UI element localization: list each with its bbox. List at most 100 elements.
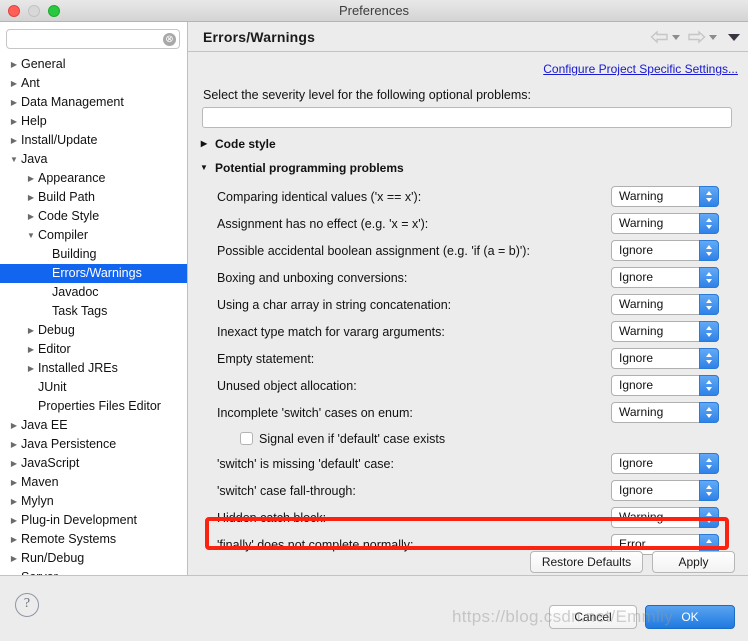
chevron-up-icon[interactable]: [706, 272, 712, 276]
chevron-right-icon[interactable]: ▶: [9, 473, 19, 492]
sidebar-item-debug[interactable]: ▶ Debug: [0, 321, 187, 340]
stepper-chevrons-icon[interactable]: [699, 321, 719, 342]
severity-dropdown[interactable]: Ignore: [611, 453, 719, 474]
chevron-down-icon[interactable]: [706, 519, 712, 523]
chevron-up-icon[interactable]: [706, 512, 712, 516]
sidebar-item-server[interactable]: ▶Server: [0, 568, 187, 575]
chevron-right-icon[interactable]: ▶: [26, 207, 36, 226]
chevron-down-icon[interactable]: [706, 333, 712, 337]
chevron-right-icon[interactable]: ▶: [26, 188, 36, 207]
chevron-right-icon[interactable]: ▶: [9, 416, 19, 435]
sidebar-item-ant[interactable]: ▶ Ant: [0, 74, 187, 93]
sidebar-item-errors-warnings[interactable]: Errors/Warnings: [0, 264, 187, 283]
chevron-right-icon[interactable]: ▶: [9, 131, 19, 150]
severity-dropdown[interactable]: Warning: [611, 186, 719, 207]
severity-dropdown[interactable]: Ignore: [611, 267, 719, 288]
chevron-up-icon[interactable]: [706, 191, 712, 195]
chevron-right-icon[interactable]: ▶: [9, 454, 19, 473]
chevron-right-icon[interactable]: ▶: [9, 530, 19, 549]
chevron-up-icon[interactable]: [706, 299, 712, 303]
chevron-right-icon[interactable]: ▶: [9, 549, 19, 568]
chevron-right-icon[interactable]: ▶: [9, 112, 19, 131]
sidebar-item-task-tags[interactable]: Task Tags: [0, 302, 187, 321]
chevron-right-icon[interactable]: ▶: [9, 568, 19, 575]
stepper-chevrons-icon[interactable]: [699, 240, 719, 261]
chevron-right-icon[interactable]: ▶: [198, 135, 210, 153]
sidebar-item-javadoc[interactable]: Javadoc: [0, 283, 187, 302]
chevron-up-icon[interactable]: [706, 539, 712, 543]
sidebar-item-general[interactable]: ▶ General: [0, 55, 187, 74]
sidebar-item-help[interactable]: ▶ Help: [0, 112, 187, 131]
severity-dropdown[interactable]: Ignore: [611, 240, 719, 261]
chevron-down-icon[interactable]: [706, 252, 712, 256]
chevron-up-icon[interactable]: [706, 353, 712, 357]
chevron-right-icon[interactable]: ▶: [26, 169, 36, 188]
forward-arrow-icon[interactable]: [687, 30, 706, 44]
sidebar-item-installed-jres[interactable]: ▶ Installed JREs: [0, 359, 187, 378]
chevron-up-icon[interactable]: [706, 485, 712, 489]
sidebar-item-maven[interactable]: ▶ Maven: [0, 473, 187, 492]
apply-button[interactable]: Apply: [652, 551, 735, 573]
chevron-down-icon[interactable]: [706, 492, 712, 496]
forward-history-dropdown-icon[interactable]: [709, 34, 717, 40]
view-menu-triangle-icon[interactable]: [728, 33, 740, 41]
sidebar-item-junit[interactable]: JUnit: [0, 378, 187, 397]
sidebar-item-java-ee[interactable]: ▶ Java EE: [0, 416, 187, 435]
sidebar-item-run-debug[interactable]: ▶ Run/Debug: [0, 549, 187, 568]
severity-dropdown[interactable]: Warning: [611, 507, 719, 528]
sidebar-item-javascript[interactable]: ▶ JavaScript: [0, 454, 187, 473]
back-history-dropdown-icon[interactable]: [672, 34, 680, 40]
stepper-chevrons-icon[interactable]: [699, 375, 719, 396]
severity-dropdown[interactable]: Ignore: [611, 375, 719, 396]
chevron-up-icon[interactable]: [706, 218, 712, 222]
chevron-down-icon[interactable]: ▼: [26, 226, 36, 245]
chevron-down-icon[interactable]: ▼: [198, 159, 210, 177]
severity-dropdown[interactable]: Warning: [611, 294, 719, 315]
chevron-down-icon[interactable]: [706, 360, 712, 364]
filter-input[interactable]: [202, 107, 732, 128]
sidebar-item-java-persistence[interactable]: ▶ Java Persistence: [0, 435, 187, 454]
configure-project-specific-settings-link[interactable]: Configure Project Specific Settings...: [543, 62, 738, 76]
chevron-right-icon[interactable]: ▶: [9, 93, 19, 112]
sidebar-item-build-path[interactable]: ▶ Build Path: [0, 188, 187, 207]
sidebar-item-building[interactable]: Building: [0, 245, 187, 264]
severity-dropdown[interactable]: Ignore: [611, 348, 719, 369]
chevron-up-icon[interactable]: [706, 458, 712, 462]
chevron-up-icon[interactable]: [706, 245, 712, 249]
help-icon[interactable]: ?: [15, 593, 39, 617]
clear-search-icon[interactable]: ⊗: [163, 33, 176, 46]
signal-default-case-checkbox[interactable]: [240, 432, 253, 445]
chevron-down-icon[interactable]: [706, 279, 712, 283]
sidebar-item-plug-in-development[interactable]: ▶ Plug-in Development: [0, 511, 187, 530]
chevron-right-icon[interactable]: ▶: [9, 74, 19, 93]
cancel-button[interactable]: Cancel: [549, 605, 637, 629]
stepper-chevrons-icon[interactable]: [699, 213, 719, 234]
severity-dropdown[interactable]: Ignore: [611, 480, 719, 501]
sidebar-item-java[interactable]: ▼ Java: [0, 150, 187, 169]
chevron-down-icon[interactable]: ▼: [9, 150, 19, 169]
chevron-right-icon[interactable]: ▶: [9, 511, 19, 530]
stepper-chevrons-icon[interactable]: [699, 480, 719, 501]
chevron-up-icon[interactable]: [706, 380, 712, 384]
sidebar-item-editor[interactable]: ▶ Editor: [0, 340, 187, 359]
chevron-right-icon[interactable]: ▶: [9, 435, 19, 454]
severity-dropdown[interactable]: Warning: [611, 402, 719, 423]
chevron-down-icon[interactable]: [706, 387, 712, 391]
stepper-chevrons-icon[interactable]: [699, 453, 719, 474]
chevron-down-icon[interactable]: [706, 306, 712, 310]
stepper-chevrons-icon[interactable]: [699, 507, 719, 528]
stepper-chevrons-icon[interactable]: [699, 267, 719, 288]
group-header-code-style[interactable]: ▶ Code style: [195, 135, 276, 153]
back-arrow-icon[interactable]: [650, 30, 669, 44]
chevron-down-icon[interactable]: [706, 225, 712, 229]
severity-dropdown[interactable]: Warning: [611, 321, 719, 342]
chevron-right-icon[interactable]: ▶: [9, 55, 19, 74]
stepper-chevrons-icon[interactable]: [699, 348, 719, 369]
sidebar-item-data-management[interactable]: ▶ Data Management: [0, 93, 187, 112]
chevron-right-icon[interactable]: ▶: [26, 359, 36, 378]
search-input[interactable]: [6, 29, 180, 49]
sidebar-item-code-style[interactable]: ▶ Code Style: [0, 207, 187, 226]
stepper-chevrons-icon[interactable]: [699, 186, 719, 207]
chevron-right-icon[interactable]: ▶: [26, 321, 36, 340]
chevron-down-icon[interactable]: [706, 198, 712, 202]
